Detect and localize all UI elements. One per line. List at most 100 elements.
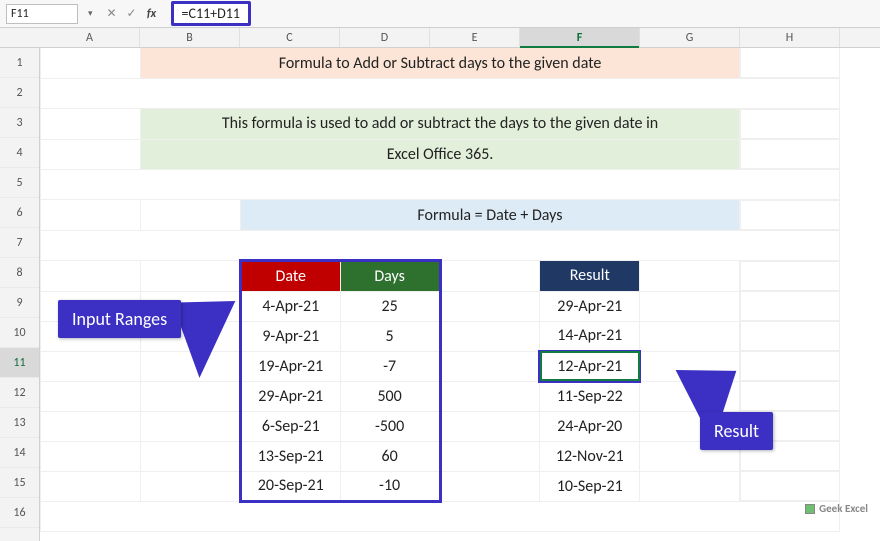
cell-E9[interactable] bbox=[440, 291, 540, 321]
cell-H3[interactable] bbox=[740, 109, 840, 139]
cell-F13[interactable]: 24-Apr-20 bbox=[540, 411, 640, 441]
cell-F14[interactable]: 12-Nov-21 bbox=[540, 441, 640, 471]
cell-H11[interactable] bbox=[740, 351, 840, 381]
row-header-6[interactable]: 6 bbox=[0, 198, 39, 228]
cell-A6[interactable] bbox=[41, 200, 141, 231]
col-header-D[interactable]: D bbox=[340, 28, 430, 47]
cell-B6[interactable] bbox=[141, 200, 241, 231]
cell-B12[interactable] bbox=[141, 381, 241, 411]
row-header-4[interactable]: 4 bbox=[0, 138, 39, 168]
row-header-16[interactable]: 16 bbox=[0, 498, 39, 528]
cell-formula-text[interactable]: Formula = Date + Days bbox=[240, 200, 739, 231]
cell-D13[interactable]: -500 bbox=[340, 411, 440, 441]
cell-E12[interactable] bbox=[440, 381, 540, 411]
cell-H15[interactable] bbox=[740, 471, 840, 501]
row-header-15[interactable]: 15 bbox=[0, 468, 39, 498]
row-header-12[interactable]: 12 bbox=[0, 378, 39, 408]
cell-A1[interactable] bbox=[41, 48, 141, 79]
cell-C15[interactable]: 20-Sep-21 bbox=[240, 471, 340, 502]
cell-D15[interactable]: -10 bbox=[340, 471, 440, 502]
cell-A15[interactable] bbox=[41, 471, 141, 502]
cell-F11[interactable]: 12-Apr-21 bbox=[540, 351, 640, 381]
cell-desc2[interactable]: Excel Office 365. bbox=[141, 139, 740, 170]
cell-D10[interactable]: 5 bbox=[340, 321, 440, 351]
cell-H6[interactable] bbox=[740, 200, 840, 230]
row-header-1[interactable]: 1 bbox=[0, 48, 39, 78]
cell-B13[interactable] bbox=[141, 411, 241, 441]
cell-F10[interactable]: 14-Apr-21 bbox=[540, 321, 640, 351]
row-header-3[interactable]: 3 bbox=[0, 108, 39, 138]
header-days[interactable]: Days bbox=[340, 261, 440, 292]
cell-F12[interactable]: 11-Sep-22 bbox=[540, 381, 640, 411]
cell-H9[interactable] bbox=[740, 291, 840, 321]
col-header-A[interactable]: A bbox=[40, 28, 140, 47]
cell-C13[interactable]: 6-Sep-21 bbox=[240, 411, 340, 441]
cell-title[interactable]: Formula to Add or Subtract days to the g… bbox=[141, 48, 740, 79]
row-header-13[interactable]: 13 bbox=[0, 408, 39, 438]
cell-E10[interactable] bbox=[440, 321, 540, 351]
cell-A4[interactable] bbox=[41, 139, 141, 170]
cell-D9[interactable]: 25 bbox=[340, 291, 440, 321]
cell-C14[interactable]: 13-Sep-21 bbox=[240, 441, 340, 471]
cell-row5[interactable] bbox=[41, 170, 840, 200]
cell-C10[interactable]: 9-Apr-21 bbox=[240, 321, 340, 351]
cell-B15[interactable] bbox=[141, 471, 241, 502]
cell-G9[interactable] bbox=[640, 291, 740, 321]
header-result[interactable]: Result bbox=[540, 261, 640, 292]
row-header-11[interactable]: 11 bbox=[0, 348, 39, 378]
confirm-icon[interactable]: ✓ bbox=[125, 6, 139, 21]
cell-D11[interactable]: -7 bbox=[340, 351, 440, 381]
cell-H12[interactable] bbox=[740, 381, 840, 411]
cell-A3[interactable] bbox=[41, 109, 141, 140]
chevron-down-icon[interactable]: ▾ bbox=[88, 8, 93, 19]
col-header-B[interactable]: B bbox=[140, 28, 240, 47]
cell-row2[interactable] bbox=[41, 79, 840, 109]
cell-A11[interactable] bbox=[41, 351, 141, 381]
col-header-F[interactable]: F bbox=[520, 28, 640, 47]
cancel-icon[interactable]: ✕ bbox=[105, 6, 119, 21]
cell-E8[interactable] bbox=[440, 261, 540, 292]
cell-H8[interactable] bbox=[740, 261, 840, 291]
cell-G15[interactable] bbox=[640, 471, 740, 502]
cell-A12[interactable] bbox=[41, 381, 141, 411]
col-header-G[interactable]: G bbox=[640, 28, 740, 47]
row-header-2[interactable]: 2 bbox=[0, 78, 39, 108]
cell-A13[interactable] bbox=[41, 411, 141, 441]
cell-G10[interactable] bbox=[640, 321, 740, 351]
name-box[interactable]: F11 bbox=[6, 4, 78, 24]
cell-H10[interactable] bbox=[740, 321, 840, 351]
header-date[interactable]: Date bbox=[240, 261, 340, 292]
cell-E11[interactable] bbox=[440, 351, 540, 381]
cell-G8[interactable] bbox=[640, 261, 740, 292]
col-header-H[interactable]: H bbox=[740, 28, 840, 47]
formula-input[interactable]: =C11+D11 bbox=[171, 1, 251, 26]
fx-icon[interactable]: fx bbox=[145, 7, 159, 21]
row-header-10[interactable]: 10 bbox=[0, 318, 39, 348]
cell-F9[interactable]: 29-Apr-21 bbox=[540, 291, 640, 321]
cell-E15[interactable] bbox=[440, 471, 540, 502]
row-header-14[interactable]: 14 bbox=[0, 438, 39, 468]
cell-E13[interactable] bbox=[440, 411, 540, 441]
row-header-7[interactable]: 7 bbox=[0, 228, 39, 258]
cell-H1[interactable] bbox=[740, 48, 840, 78]
cell-C12[interactable]: 29-Apr-21 bbox=[240, 381, 340, 411]
cell-F15[interactable]: 10-Sep-21 bbox=[540, 471, 640, 502]
cell-A14[interactable] bbox=[41, 441, 141, 471]
col-header-E[interactable]: E bbox=[430, 28, 520, 47]
cell-desc1[interactable]: This formula is used to add or subtract … bbox=[141, 109, 740, 140]
cell-D14[interactable]: 60 bbox=[340, 441, 440, 471]
cell-E14[interactable] bbox=[440, 441, 540, 471]
cell-B14[interactable] bbox=[141, 441, 241, 471]
cell-A8[interactable] bbox=[41, 261, 141, 292]
cell-row16[interactable] bbox=[41, 502, 840, 532]
row-header-9[interactable]: 9 bbox=[0, 288, 39, 318]
row-header-8[interactable]: 8 bbox=[0, 258, 39, 288]
cell-C9[interactable]: 4-Apr-21 bbox=[240, 291, 340, 321]
row-header-5[interactable]: 5 bbox=[0, 168, 39, 198]
col-header-C[interactable]: C bbox=[240, 28, 340, 47]
cell-D12[interactable]: 500 bbox=[340, 381, 440, 411]
cells-area[interactable]: Formula to Add or Subtract days to the g… bbox=[40, 48, 880, 541]
cell-row7[interactable] bbox=[41, 231, 840, 261]
cell-H4[interactable] bbox=[740, 139, 840, 169]
formula-input-wrap[interactable]: =C11+D11 bbox=[171, 1, 874, 26]
